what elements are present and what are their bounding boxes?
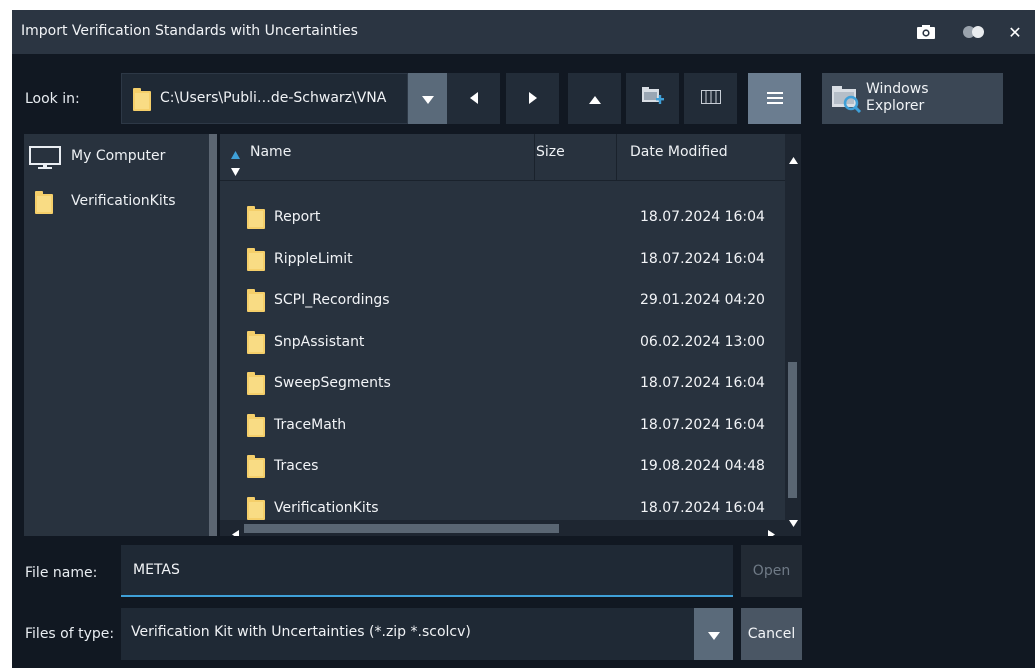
- look-in-path: C:\Users\Publi…de-Schwarz\VNA: [160, 90, 387, 106]
- column-size-label: Size: [536, 144, 565, 160]
- windows-explorer-line1: Windows: [866, 81, 929, 97]
- cancel-button[interactable]: Cancel: [741, 608, 802, 660]
- windows-explorer-button[interactable]: Windows Explorer: [822, 73, 1003, 124]
- scroll-down-icon[interactable]: [789, 512, 798, 531]
- file-name-cell: Report: [274, 209, 321, 225]
- list-view-button[interactable]: [748, 73, 801, 124]
- new-folder-button[interactable]: [626, 73, 679, 124]
- table-row[interactable]: Traces 19.08.2024 04:48: [220, 446, 785, 487]
- column-header-row: Name Size Date Modified: [220, 134, 785, 181]
- folder-icon: [247, 289, 265, 312]
- folder-icon: [247, 206, 265, 229]
- files-of-type-select[interactable]: Verification Kit with Uncertainties (*.z…: [121, 608, 694, 660]
- sidebar-item-label: VerificationKits: [71, 193, 176, 209]
- date-modified-cell: 06.02.2024 13:00: [640, 334, 765, 350]
- places-pane: My Computer VerificationKits: [24, 134, 209, 536]
- scroll-right-icon[interactable]: [768, 524, 775, 536]
- import-dialog: Import Verification Standards with Uncer…: [12, 10, 1035, 668]
- files-of-type-label: Files of type:: [25, 626, 115, 642]
- column-name-label: Name: [250, 144, 292, 160]
- grid-view-icon: [700, 89, 721, 108]
- sidebar-item-my-computer[interactable]: My Computer: [24, 139, 209, 175]
- file-name-field[interactable]: [121, 545, 733, 597]
- vertical-scrollbar[interactable]: [785, 134, 801, 536]
- detail-view-button[interactable]: [684, 73, 737, 124]
- file-name-cell: Traces: [274, 458, 319, 474]
- look-in-path-field[interactable]: C:\Users\Publi…de-Schwarz\VNA: [121, 73, 408, 124]
- table-row[interactable]: SnpAssistant 06.02.2024 13:00: [220, 322, 785, 363]
- back-button[interactable]: [447, 73, 500, 124]
- folder-icon: [247, 497, 265, 520]
- folder-icon: [247, 372, 265, 395]
- folder-icon: [35, 191, 53, 214]
- table-row[interactable]: RippleLimit 18.07.2024 16:04: [220, 239, 785, 280]
- file-list: Name Size Date Modified Report 18.07.2024…: [220, 134, 801, 536]
- files-of-type-dropdown-button[interactable]: [694, 608, 733, 660]
- monitor-icon: [29, 146, 61, 174]
- list-view-icon: [766, 89, 783, 108]
- forward-button[interactable]: [506, 73, 559, 124]
- forward-icon: [528, 89, 537, 108]
- date-modified-cell: 19.08.2024 04:48: [640, 458, 765, 474]
- date-modified-cell: 18.07.2024 16:04: [640, 500, 765, 516]
- look-in-label: Look in:: [25, 91, 80, 107]
- file-name-cell: TraceMath: [274, 417, 347, 433]
- table-row[interactable]: SweepSegments 18.07.2024 16:04: [220, 363, 785, 404]
- windows-explorer-line2: Explorer: [866, 98, 925, 114]
- folder-icon: [247, 414, 265, 437]
- file-name-cell: SCPI_Recordings: [274, 292, 390, 308]
- column-header-date[interactable]: Date Modified: [616, 134, 784, 180]
- date-modified-cell: 18.07.2024 16:04: [640, 375, 765, 391]
- pane-splitter[interactable]: [209, 134, 217, 536]
- table-row[interactable]: Report 18.07.2024 16:04: [220, 197, 785, 238]
- up-folder-button[interactable]: [568, 73, 621, 124]
- date-modified-cell: 18.07.2024 16:04: [640, 251, 765, 267]
- open-button[interactable]: Open: [741, 545, 802, 597]
- horizontal-scroll-thumb[interactable]: [244, 524, 559, 533]
- back-icon: [469, 89, 478, 108]
- horizontal-scrollbar[interactable]: [220, 520, 785, 536]
- chevron-down-icon: [421, 89, 434, 108]
- folder-icon: [247, 455, 265, 478]
- title-bar: Import Verification Standards with Uncer…: [12, 10, 1035, 54]
- files-of-type-value: Verification Kit with Uncertainties (*.z…: [131, 624, 471, 640]
- dialog-title: Import Verification Standards with Uncer…: [21, 23, 358, 39]
- folder-icon: [133, 88, 151, 111]
- column-date-label: Date Modified: [630, 144, 728, 160]
- date-modified-cell: 18.07.2024 16:04: [640, 417, 765, 433]
- camera-icon[interactable]: [914, 21, 938, 43]
- table-row[interactable]: SCPI_Recordings 29.01.2024 04:20: [220, 280, 785, 321]
- sort-descending-icon: [231, 161, 240, 180]
- table-row[interactable]: TraceMath 18.07.2024 16:04: [220, 405, 785, 446]
- look-in-dropdown-button[interactable]: [408, 73, 447, 124]
- column-header-name[interactable]: Name: [220, 134, 535, 180]
- file-name-label: File name:: [25, 565, 98, 581]
- folder-icon: [247, 248, 265, 271]
- close-icon[interactable]: ✕: [1004, 21, 1026, 43]
- folder-icon: [247, 331, 265, 354]
- date-modified-cell: 29.01.2024 04:20: [640, 292, 765, 308]
- up-icon: [588, 89, 601, 108]
- scroll-up-icon[interactable]: [789, 149, 798, 168]
- sidebar-item-label: My Computer: [71, 148, 166, 164]
- scroll-left-icon[interactable]: [232, 524, 239, 536]
- file-name-cell: RippleLimit: [274, 251, 353, 267]
- file-name-input[interactable]: [121, 545, 733, 595]
- file-name-cell: SnpAssistant: [274, 334, 365, 350]
- file-name-cell: VerificationKits: [274, 500, 379, 516]
- chevron-down-icon: [707, 625, 720, 644]
- vertical-scroll-thumb[interactable]: [788, 362, 797, 498]
- column-header-size[interactable]: Size: [534, 134, 617, 180]
- file-name-cell: SweepSegments: [274, 375, 391, 391]
- explorer-icon: [830, 83, 862, 117]
- new-folder-icon: [641, 86, 665, 111]
- sidebar-item-verificationkits[interactable]: VerificationKits: [24, 184, 209, 220]
- date-modified-cell: 18.07.2024 16:04: [640, 209, 765, 225]
- toggle-icon[interactable]: [960, 21, 988, 43]
